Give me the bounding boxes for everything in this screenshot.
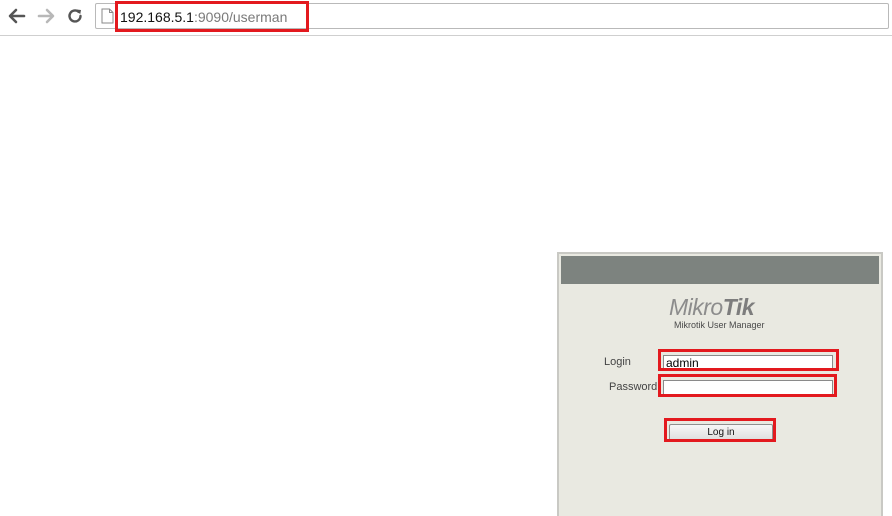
logo-bold-text: Tik [722, 294, 755, 320]
arrow-left-icon [8, 8, 26, 24]
panel-header [561, 256, 879, 284]
login-input[interactable] [663, 355, 833, 371]
password-input[interactable] [663, 380, 833, 396]
document-icon [101, 8, 114, 24]
reload-icon [68, 9, 82, 23]
page: 192.168.5.1:9090/userman MikroTik Mikrot… [0, 0, 892, 516]
reload-button[interactable] [65, 6, 85, 26]
back-button[interactable] [7, 6, 27, 26]
logo-light-text: Mikro [669, 294, 723, 320]
browser-toolbar: 192.168.5.1:9090/userman [0, 0, 892, 36]
login-label: Login [604, 356, 631, 368]
address-bar[interactable]: 192.168.5.1:9090/userman [95, 3, 889, 29]
forward-button[interactable] [36, 6, 56, 26]
panel-subtitle: Mikrotik User Manager [674, 320, 765, 330]
login-panel: MikroTik Mikrotik User Manager Login Pas… [557, 252, 883, 516]
password-label: Password [609, 381, 658, 393]
url-host: 192.168.5.1 [120, 9, 194, 25]
url-path: :9090/userman [193, 9, 288, 25]
mikrotik-logo: MikroTik [669, 294, 771, 320]
url-text: 192.168.5.1:9090/userman [120, 8, 287, 26]
arrow-right-icon [37, 8, 55, 24]
login-button[interactable]: Log in [669, 424, 773, 441]
